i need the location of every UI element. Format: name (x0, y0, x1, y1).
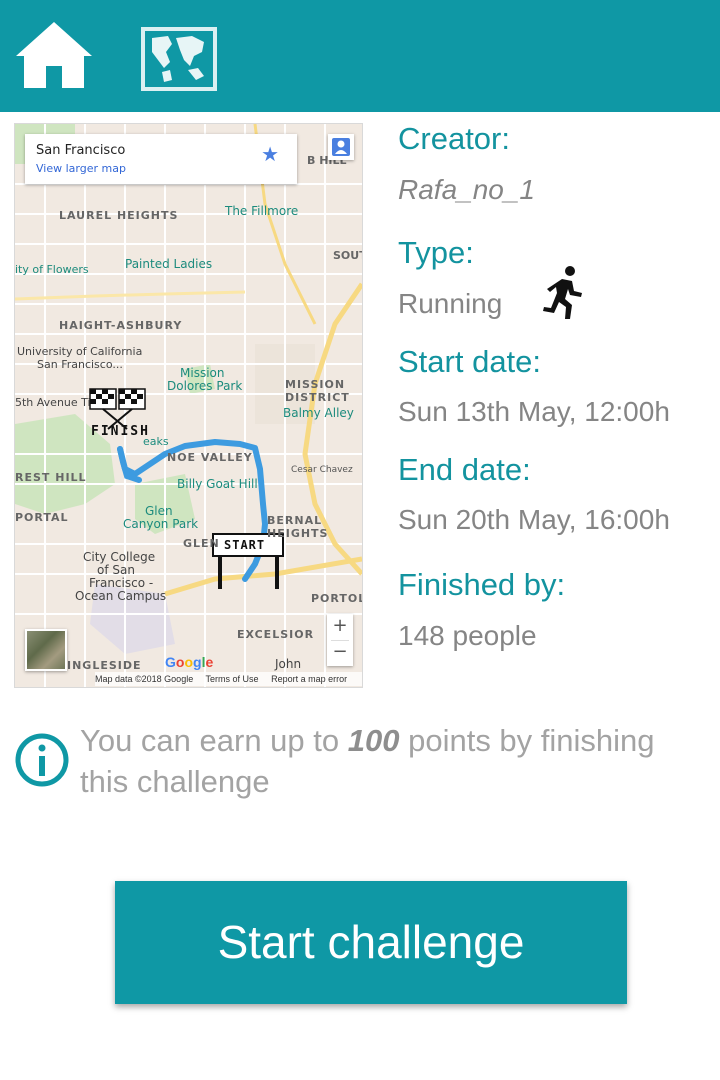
world-map-button[interactable] (140, 26, 218, 92)
person-icon (332, 138, 350, 156)
map-footer: Map data ©2018 Google Terms of Use Repor… (95, 672, 362, 686)
running-person-icon (543, 266, 582, 319)
creator-label: Creator: (398, 121, 510, 156)
finished-by-value: 148 people (398, 620, 537, 651)
type-value: Running (398, 288, 503, 319)
map-label: San Francisco... (37, 358, 123, 371)
map-label: SOUT (333, 249, 362, 262)
map-label: Glen (145, 504, 173, 518)
map-label: GLEN (183, 537, 220, 550)
map-label: The Fillmore (225, 204, 299, 218)
map-label: LAUREL HEIGHTS (59, 209, 179, 222)
zoom-in-button[interactable]: + (327, 614, 353, 640)
map-label: Mission (180, 366, 225, 380)
creator-value: Rafa_no_1 (398, 174, 536, 205)
type-label: Type: (398, 235, 474, 270)
map-label: ity of Flowers (15, 263, 89, 276)
view-larger-map-link[interactable]: View larger map (36, 162, 126, 175)
map-label: Dolores Park (167, 379, 243, 393)
zoom-out-button[interactable]: − (327, 640, 353, 666)
map-label: City College (83, 550, 156, 564)
map-label: Balmy Alley (283, 406, 354, 420)
map-label: HAIGHT-ASHBURY (59, 319, 183, 332)
street-view-pegman[interactable] (328, 134, 354, 160)
start-challenge-button[interactable]: Start challenge (115, 881, 627, 1004)
map-label: Ocean Campus (75, 589, 167, 603)
start-label: START (224, 538, 266, 552)
map-label: REST HILL (15, 471, 87, 484)
zoom-control: + − (327, 614, 353, 666)
map-label: MISSION (285, 378, 346, 391)
map-label: Painted Ladies (125, 257, 213, 271)
finish-label: FINISH (91, 424, 150, 439)
terms-of-use-link[interactable]: Terms of Use (206, 674, 259, 684)
start-date-label: Start date: (398, 344, 542, 379)
top-bar (0, 0, 720, 112)
report-map-error-link[interactable]: Report a map error (271, 674, 347, 684)
finished-by-label: Finished by: (398, 567, 566, 602)
points-value: 100 (347, 723, 400, 758)
map-label: John (275, 657, 302, 671)
points-note-prefix: You can earn up to (80, 723, 348, 758)
map-label: DISTRICT (285, 391, 350, 404)
map-label: INGLESIDE (67, 659, 142, 672)
google-logo: Google (165, 654, 214, 670)
map-label: Canyon Park (123, 517, 199, 531)
world-map-icon (141, 27, 217, 91)
end-date-value: Sun 20th May, 16:00h (398, 504, 670, 535)
map-label: Francisco - (89, 576, 154, 590)
save-star-icon[interactable]: ★ (261, 142, 279, 166)
map-label: EXCELSIOR (237, 628, 315, 641)
place-name: San Francisco (36, 143, 126, 158)
home-button[interactable] (14, 18, 94, 93)
points-note: You can earn up to 100 points by finishi… (80, 720, 710, 802)
info-icon (15, 733, 69, 787)
map-label: Cesar Chavez (291, 465, 353, 475)
map-label: University of California (17, 345, 143, 358)
end-date-label: End date: (398, 452, 531, 487)
map-data-credit: Map data ©2018 Google (95, 674, 194, 684)
map-label: BERNAL HEIGHTS (267, 514, 329, 540)
map-label: PORTOL (311, 592, 363, 605)
map-label: PORTAL (15, 511, 69, 524)
start-date-value: Sun 13th May, 12:00h (398, 396, 670, 427)
map-label: of San (97, 563, 135, 577)
satellite-toggle[interactable] (25, 629, 67, 671)
map-place-card: San Francisco View larger map ★ (25, 134, 297, 184)
home-icon (16, 22, 92, 88)
route-map[interactable]: LAUREL HEIGHTS The Fillmore B HILL ity o… (14, 123, 363, 688)
map-label: NOE VALLEY (167, 451, 253, 464)
map-label: 5th Avenue Ti (15, 396, 91, 409)
map-label: Billy Goat Hill (177, 477, 258, 491)
